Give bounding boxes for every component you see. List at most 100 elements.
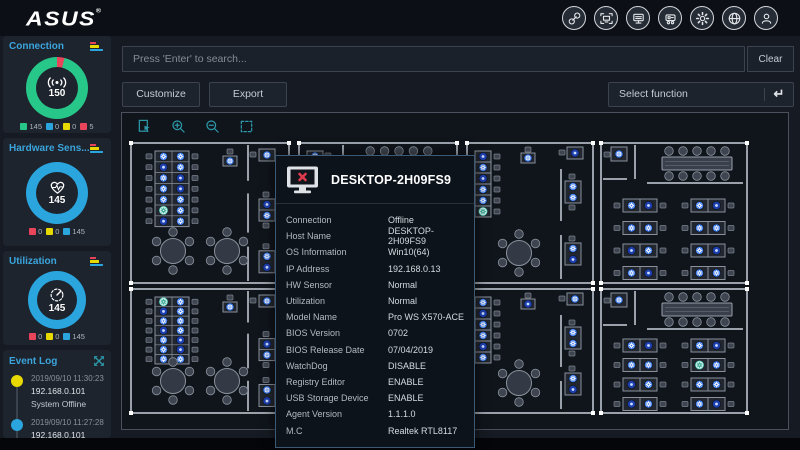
computer-node[interactable]: [479, 309, 487, 317]
computer-node[interactable]: [159, 174, 167, 182]
computer-node[interactable]: [479, 163, 487, 171]
computer-node[interactable]: [159, 317, 167, 325]
computer-node[interactable]: [695, 380, 703, 388]
computer-node[interactable]: [627, 201, 635, 209]
globe-icon[interactable]: [722, 6, 746, 30]
computer-node[interactable]: [159, 298, 167, 306]
computer-node[interactable]: [627, 341, 635, 349]
computer-node[interactable]: [712, 341, 720, 349]
computer-node[interactable]: [176, 196, 184, 204]
computer-node[interactable]: [159, 152, 167, 160]
computer-node[interactable]: [644, 400, 652, 408]
computer-node[interactable]: [159, 196, 167, 204]
computer-node[interactable]: [569, 255, 577, 263]
computer-node[interactable]: [695, 246, 703, 254]
computer-node[interactable]: [571, 295, 579, 303]
computer-node[interactable]: [176, 152, 184, 160]
computer-node[interactable]: [644, 224, 652, 232]
computer-node[interactable]: [524, 300, 532, 308]
bar-chart-icon[interactable]: [90, 143, 105, 154]
computer-node[interactable]: [644, 361, 652, 369]
computer-node[interactable]: [226, 303, 234, 311]
computer-node[interactable]: [615, 150, 623, 158]
computer-node[interactable]: [176, 317, 184, 325]
computer-node[interactable]: [159, 355, 167, 363]
gear-icon[interactable]: [690, 6, 714, 30]
select-area-icon[interactable]: [239, 119, 254, 134]
computer-node[interactable]: [644, 246, 652, 254]
computer-node[interactable]: [627, 400, 635, 408]
computer-node[interactable]: [479, 196, 487, 204]
computer-node[interactable]: [263, 351, 271, 359]
computer-node[interactable]: [479, 342, 487, 350]
overview-icon[interactable]: [137, 119, 152, 134]
computer-node[interactable]: [695, 400, 703, 408]
computer-node[interactable]: [263, 397, 271, 405]
computer-node[interactable]: [159, 163, 167, 171]
computer-node[interactable]: [627, 380, 635, 388]
computer-node[interactable]: [263, 200, 271, 208]
computer-node[interactable]: [176, 298, 184, 306]
computer-node[interactable]: [263, 340, 271, 348]
computer-node[interactable]: [712, 400, 720, 408]
computer-node[interactable]: [712, 246, 720, 254]
user-icon[interactable]: [754, 6, 778, 30]
computer-node[interactable]: [263, 151, 271, 159]
computer-node[interactable]: [644, 269, 652, 277]
computer-node[interactable]: [569, 193, 577, 201]
computer-node[interactable]: [176, 326, 184, 334]
computer-node[interactable]: [712, 224, 720, 232]
computer-node[interactable]: [263, 263, 271, 271]
computer-node[interactable]: [695, 361, 703, 369]
computer-node[interactable]: [226, 157, 234, 165]
computer-node[interactable]: [569, 182, 577, 190]
computer-node[interactable]: [159, 307, 167, 315]
computer-node[interactable]: [176, 336, 184, 344]
clear-button[interactable]: Clear: [747, 46, 794, 72]
computer-node[interactable]: [479, 207, 487, 215]
computer-node[interactable]: [644, 341, 652, 349]
computer-node[interactable]: [159, 206, 167, 214]
search-input[interactable]: [122, 46, 745, 72]
computer-node[interactable]: [712, 201, 720, 209]
computer-node[interactable]: [524, 154, 532, 162]
computer-node[interactable]: [695, 341, 703, 349]
computer-node[interactable]: [712, 380, 720, 388]
computer-node[interactable]: [176, 307, 184, 315]
computer-node[interactable]: [479, 185, 487, 193]
computer-node[interactable]: [479, 298, 487, 306]
computer-node[interactable]: [176, 185, 184, 193]
computer-node[interactable]: [569, 374, 577, 382]
computer-node[interactable]: [644, 380, 652, 388]
computer-node[interactable]: [176, 217, 184, 225]
zoom-in-icon[interactable]: [171, 119, 186, 134]
bar-chart-icon[interactable]: [90, 256, 105, 267]
computer-node[interactable]: [479, 331, 487, 339]
computer-node[interactable]: [479, 353, 487, 361]
computer-node[interactable]: [695, 201, 703, 209]
export-button[interactable]: Export: [209, 82, 287, 107]
computer-node[interactable]: [571, 149, 579, 157]
machine-icon[interactable]: [658, 6, 682, 30]
computer-node[interactable]: [615, 296, 623, 304]
computer-node[interactable]: [176, 346, 184, 354]
computer-node[interactable]: [176, 206, 184, 214]
expand-icon[interactable]: [93, 355, 105, 367]
computer-node[interactable]: [569, 328, 577, 336]
computer-node[interactable]: [263, 211, 271, 219]
computer-node[interactable]: [627, 269, 635, 277]
computer-node[interactable]: [569, 244, 577, 252]
computer-node[interactable]: [159, 346, 167, 354]
customize-button[interactable]: Customize: [122, 82, 200, 107]
computer-node[interactable]: [176, 163, 184, 171]
computer-node[interactable]: [159, 336, 167, 344]
computer-node[interactable]: [627, 246, 635, 254]
scan-icon[interactable]: [594, 6, 618, 30]
bar-chart-icon[interactable]: [90, 41, 105, 52]
computer-node[interactable]: [479, 152, 487, 160]
computer-node[interactable]: [644, 201, 652, 209]
zoom-out-icon[interactable]: [205, 119, 220, 134]
computer-node[interactable]: [479, 320, 487, 328]
computer-node[interactable]: [263, 252, 271, 260]
computer-node[interactable]: [263, 297, 271, 305]
